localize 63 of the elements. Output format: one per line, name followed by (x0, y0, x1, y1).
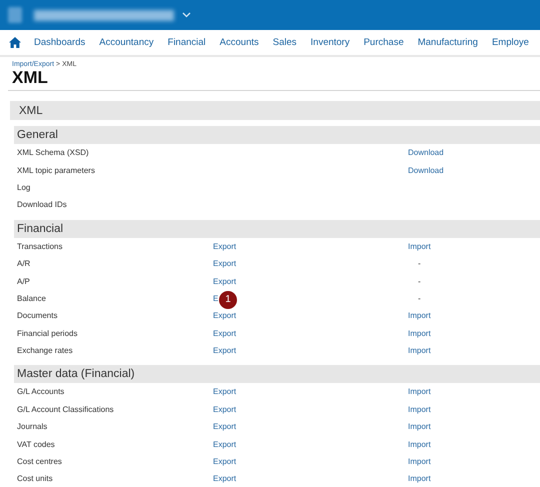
export-link[interactable]: Export (213, 404, 236, 414)
nav-menu-item[interactable]: Employe (492, 37, 529, 48)
panel-title: XML (19, 104, 43, 116)
row-label: Documents (17, 311, 58, 320)
chevron-down-icon[interactable] (182, 12, 191, 18)
nav-menu-item[interactable]: Accounts (220, 37, 259, 48)
action-link[interactable]: Import (408, 311, 431, 320)
export-link[interactable]: Export (213, 259, 236, 268)
page-title: XML (11, 68, 49, 88)
action-link[interactable]: Import (408, 404, 431, 414)
export-link[interactable]: Export (213, 474, 236, 484)
export-link[interactable]: Export (213, 242, 236, 251)
nav-menu-item[interactable]: Manufacturing (418, 37, 478, 48)
blurred-logo (8, 7, 22, 23)
export-link[interactable]: Export (213, 346, 236, 356)
row-label: XML topic parameters (17, 166, 96, 175)
action-link[interactable]: Import (408, 457, 431, 466)
action-link[interactable]: Import (408, 328, 431, 338)
section-title: General (17, 129, 58, 141)
export-link[interactable]: E (213, 294, 218, 303)
table-cell: - (418, 294, 421, 303)
nav-menu-item[interactable]: Purchase (364, 37, 404, 48)
action-link[interactable]: Import (408, 387, 431, 396)
row-label: Cost units (17, 474, 54, 484)
section-title: Financial (17, 222, 64, 235)
action-link[interactable]: Download (408, 166, 444, 175)
export-link[interactable]: Export (213, 457, 236, 466)
nav-menu-item[interactable]: Dashboards (34, 37, 86, 48)
step-badge: 1 (219, 290, 237, 309)
section-title: Master data (Financial) (17, 368, 135, 380)
row-label: Cost centres (17, 457, 63, 466)
action-link[interactable]: Import (408, 422, 431, 432)
home-icon[interactable] (9, 37, 21, 48)
nav-menu-item[interactable]: Inventory (310, 37, 350, 48)
row-label: G/L Account Classifications (17, 404, 115, 414)
export-link[interactable]: Export (213, 328, 236, 338)
export-link[interactable]: Export (213, 387, 236, 396)
row-label: Balance (17, 294, 47, 303)
export-link[interactable]: Export (213, 440, 236, 449)
row-label: Financial periods (17, 328, 78, 338)
row-label: Transactions (17, 242, 64, 251)
nav-menu-item[interactable]: Sales (272, 37, 297, 48)
export-link[interactable]: Export (213, 276, 236, 286)
nav-menu-item[interactable]: Financial (168, 37, 206, 48)
action-link[interactable]: Download (408, 148, 444, 158)
export-link[interactable]: Export (213, 422, 236, 432)
row-label: Log (17, 182, 32, 192)
action-link[interactable]: Import (408, 346, 431, 356)
table-cell: - (418, 276, 421, 286)
export-link[interactable]: Export (213, 311, 236, 320)
nav-menu-item[interactable]: Accountancy (99, 37, 154, 48)
table-cell: - (418, 259, 421, 268)
row-label: Download IDs (17, 200, 68, 210)
row-label: A/P (17, 276, 31, 286)
row-label: Exchange rates (17, 346, 74, 356)
row-label: XML Schema (XSD) (17, 148, 90, 158)
action-link[interactable]: Import (408, 474, 431, 484)
row-label: G/L Accounts (17, 387, 66, 396)
row-label: Journals (17, 422, 48, 432)
action-link[interactable]: Import (408, 242, 431, 251)
row-label: A/R (17, 259, 32, 268)
row-label: VAT codes (17, 440, 56, 449)
action-link[interactable]: Import (408, 440, 431, 449)
